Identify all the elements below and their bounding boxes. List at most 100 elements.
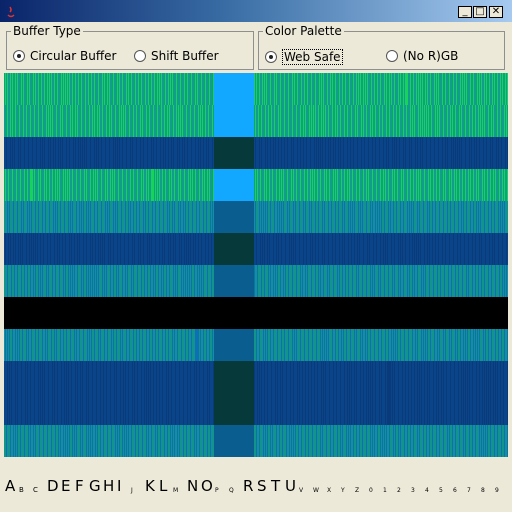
stripe	[491, 361, 493, 425]
stripe	[25, 137, 28, 169]
stripe	[95, 73, 98, 105]
stripe	[410, 265, 412, 297]
stripe	[68, 425, 69, 457]
stripe	[394, 201, 396, 233]
stripe	[477, 169, 478, 201]
stripe	[46, 329, 47, 361]
alphabet-letter: G	[89, 477, 101, 495]
stripe	[404, 137, 405, 169]
stripe	[142, 73, 145, 105]
radio-shift-buffer[interactable]: Shift Buffer	[134, 49, 219, 63]
stripe	[45, 361, 48, 425]
stripe	[405, 329, 408, 361]
radio-indicator-icon[interactable]	[134, 50, 146, 62]
stripe	[398, 329, 400, 361]
stripe	[176, 265, 177, 297]
stripe	[77, 169, 80, 201]
stripe	[129, 361, 132, 425]
stripe	[21, 425, 24, 457]
stripe	[152, 73, 154, 105]
stripe	[87, 361, 88, 425]
stripe	[73, 105, 75, 137]
stripe	[27, 329, 28, 361]
stripe	[131, 201, 133, 233]
stripe	[4, 105, 7, 137]
stripe	[473, 265, 475, 297]
stripe	[14, 201, 17, 233]
stripe	[28, 73, 29, 105]
stripe	[427, 105, 428, 137]
stripe	[84, 201, 86, 233]
stripe	[281, 265, 283, 297]
stripe	[465, 233, 468, 265]
radio-indicator-icon[interactable]	[265, 51, 277, 63]
stripe	[332, 201, 335, 233]
stripe	[495, 201, 498, 233]
stripe	[328, 73, 330, 105]
stripe	[305, 73, 307, 105]
stripe	[203, 169, 204, 201]
stripe	[110, 201, 113, 233]
stripe	[502, 329, 504, 361]
stripe	[110, 73, 113, 105]
alphabet-letter: D	[47, 477, 59, 495]
stripe	[334, 265, 337, 297]
stripe	[471, 169, 473, 201]
alphabet-letter: W	[313, 487, 319, 494]
stripe	[152, 137, 153, 169]
stripe	[180, 137, 182, 169]
stripe	[450, 329, 451, 361]
stripe	[266, 105, 268, 137]
stripe	[192, 73, 195, 105]
stripe	[440, 201, 443, 233]
buffer-visualization[interactable]	[4, 73, 508, 457]
maximize-button[interactable]: □	[473, 6, 487, 18]
minimize-button[interactable]: _	[458, 6, 472, 18]
stripe	[371, 105, 372, 137]
stripe	[463, 265, 466, 297]
stripe	[323, 329, 324, 361]
stripe	[11, 233, 13, 265]
stripe	[141, 105, 142, 137]
stripe	[129, 233, 132, 265]
stripe	[389, 265, 392, 297]
radio-web-safe[interactable]: Web Safe	[265, 49, 343, 65]
close-button[interactable]: ✕	[489, 6, 503, 18]
stripe	[301, 105, 303, 137]
stripe	[70, 425, 72, 457]
stripe	[429, 169, 430, 201]
band-navy-1	[4, 137, 508, 169]
radio-no-r-gb[interactable]: (No R)GB	[386, 49, 458, 63]
stripe	[59, 137, 60, 169]
radio-indicator-icon[interactable]	[386, 50, 398, 62]
stripe	[139, 233, 140, 265]
stripe	[32, 329, 35, 361]
stripe	[502, 137, 505, 169]
stripe	[130, 105, 133, 137]
stripe	[106, 169, 107, 201]
stripe	[503, 73, 505, 105]
stripe	[179, 169, 180, 201]
stripe	[492, 201, 494, 233]
stripe	[482, 233, 485, 265]
stripe	[462, 201, 463, 233]
stripe	[134, 169, 137, 201]
alphabet-letter: K	[145, 477, 155, 495]
stripe	[76, 361, 77, 425]
stripe	[204, 329, 206, 361]
stripe	[495, 73, 497, 105]
stripe	[444, 169, 445, 201]
stripe	[336, 201, 338, 233]
stripe	[16, 361, 17, 425]
radio-indicator-icon[interactable]	[13, 50, 25, 62]
stripe	[425, 361, 427, 425]
stripe	[334, 137, 335, 169]
stripe	[123, 169, 126, 201]
stripe	[14, 233, 15, 265]
stripe	[266, 329, 267, 361]
radio-circular-buffer[interactable]: Circular Buffer	[13, 49, 116, 63]
stripe	[364, 169, 366, 201]
stripe	[482, 265, 484, 297]
stripe	[64, 73, 65, 105]
stripe	[78, 265, 81, 297]
